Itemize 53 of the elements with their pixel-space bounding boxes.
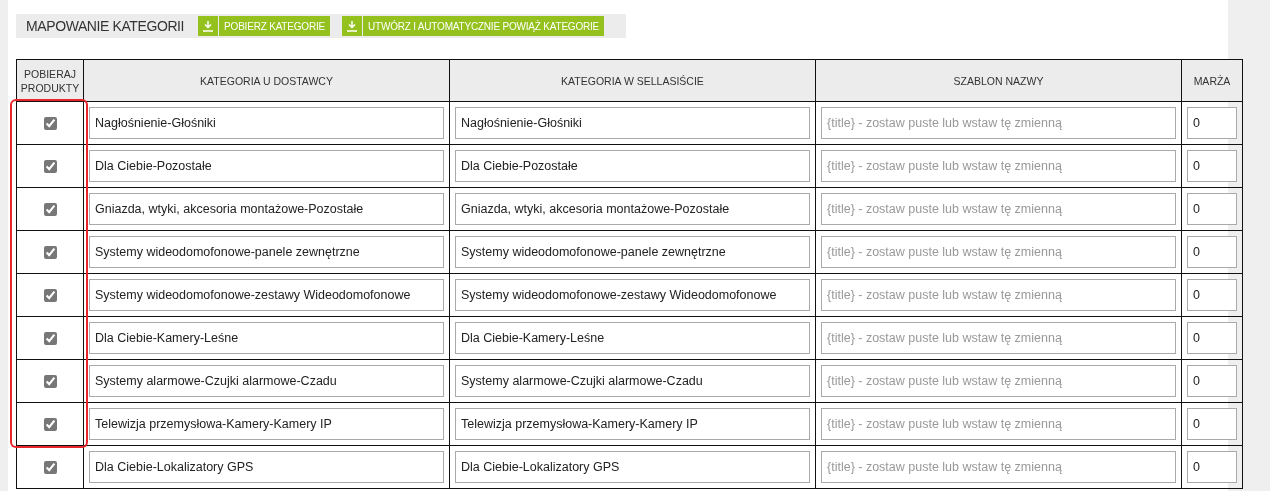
- input-field[interactable]: 0: [1187, 193, 1237, 225]
- input-field[interactable]: {title} - zostaw puste lub wstaw tę zmienną: [821, 193, 1176, 225]
- input-field[interactable]: 0: [1187, 408, 1237, 440]
- input-field[interactable]: Systemy wideodomofonowe-panele zewnętrzne: [455, 236, 810, 268]
- input-field[interactable]: 0: [1187, 107, 1237, 139]
- input-field[interactable]: Telewizja przemysłowa-Kamery-Kamery IP: [455, 408, 810, 440]
- input-field[interactable]: Gniazda, wtyki, akcesoria montażowe-Pozostałe: [89, 193, 444, 225]
- column-header: MARŻA: [1181, 59, 1243, 102]
- column-header: POBIERAJ PRODUKTY: [16, 59, 84, 102]
- input-field[interactable]: {title} - zostaw puste lub wstaw tę zmienną: [821, 107, 1176, 139]
- input-field[interactable]: 0: [1187, 365, 1237, 397]
- input-field[interactable]: {title} - zostaw puste lub wstaw tę zmienną: [821, 451, 1176, 483]
- checkbox[interactable]: [43, 160, 57, 174]
- input-field[interactable]: {title} - zostaw puste lub wstaw tę zmienną: [821, 365, 1176, 397]
- checkbox[interactable]: [43, 375, 57, 389]
- download-icon: [202, 20, 215, 32]
- checkbox[interactable]: [43, 418, 57, 432]
- input-field[interactable]: Telewizja przemysłowa-Kamery-Kamery IP: [89, 408, 444, 440]
- column-header: SZABLON NAZWY: [815, 59, 1182, 102]
- input-field[interactable]: {title} - zostaw puste lub wstaw tę zmienną: [821, 279, 1176, 311]
- input-field[interactable]: 0: [1187, 150, 1237, 182]
- input-field[interactable]: Systemy wideodomofonowe-panele zewnętrzne: [89, 236, 444, 268]
- input-field[interactable]: Systemy alarmowe-Czujki alarmowe-Czadu: [455, 365, 810, 397]
- input-field[interactable]: {title} - zostaw puste lub wstaw tę zmienną: [821, 322, 1176, 354]
- input-field[interactable]: Dla Ciebie-Kamery-Leśne: [455, 322, 810, 354]
- input-field[interactable]: Systemy wideodomofonowe-zestawy Wideodomofonowe: [89, 279, 444, 311]
- input-field[interactable]: Dla Ciebie-Lokalizatory GPS: [89, 451, 444, 483]
- input-field[interactable]: 0: [1187, 279, 1237, 311]
- input-field[interactable]: Dla Ciebie-Pozostałe: [455, 150, 810, 182]
- input-field[interactable]: Systemy alarmowe-Czujki alarmowe-Czadu: [89, 365, 444, 397]
- column-header: KATEGORIA U DOSTAWCY: [83, 59, 450, 102]
- checkbox[interactable]: [43, 203, 57, 217]
- column-header: KATEGORIA W SELLASIŚCIE: [449, 59, 816, 102]
- download-icon: [346, 20, 358, 32]
- input-field[interactable]: 0: [1187, 322, 1237, 354]
- input-field[interactable]: Gniazda, wtyki, akcesoria montażowe-Pozostałe: [455, 193, 810, 225]
- input-field[interactable]: {title} - zostaw puste lub wstaw tę zmienną: [821, 150, 1176, 182]
- section-title: MAPOWANIE KATEGORII: [26, 18, 185, 34]
- input-field[interactable]: {title} - zostaw puste lub wstaw tę zmienną: [821, 236, 1176, 268]
- checkbox[interactable]: [43, 246, 57, 260]
- checkbox[interactable]: [43, 117, 57, 131]
- input-field[interactable]: Nagłośnienie-Głośniki: [455, 107, 810, 139]
- input-field[interactable]: {title} - zostaw puste lub wstaw tę zmienną: [821, 408, 1176, 440]
- input-field[interactable]: Systemy wideodomofonowe-zestawy Wideodomofonowe: [455, 279, 810, 311]
- input-field[interactable]: 0: [1187, 236, 1237, 268]
- checkbox[interactable]: [43, 289, 57, 303]
- input-field[interactable]: 0: [1187, 451, 1237, 483]
- input-field[interactable]: Dla Ciebie-Pozostałe: [89, 150, 444, 182]
- input-field[interactable]: Dla Ciebie-Lokalizatory GPS: [455, 451, 810, 483]
- input-field[interactable]: Nagłośnienie-Głośniki: [89, 107, 444, 139]
- checkbox[interactable]: [43, 461, 57, 475]
- checkbox[interactable]: [43, 332, 57, 346]
- input-field[interactable]: Dla Ciebie-Kamery-Leśne: [89, 322, 444, 354]
